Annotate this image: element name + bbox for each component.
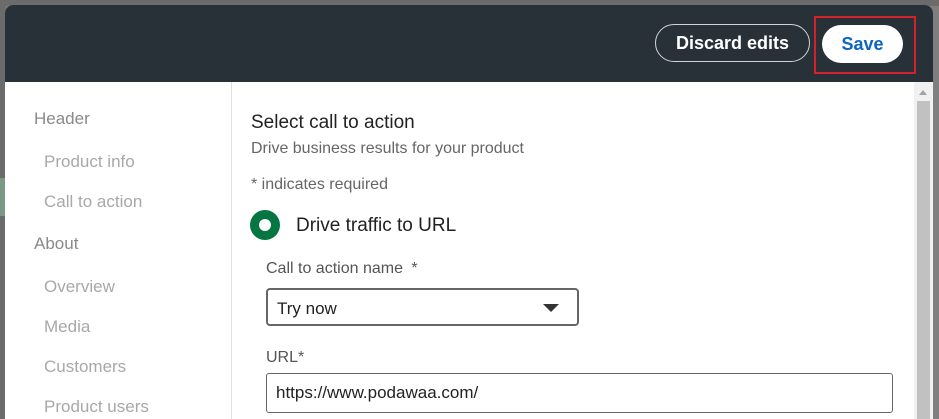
cta-name-select-value: Try now (277, 299, 337, 318)
radio-dot (259, 219, 271, 231)
discard-edits-button[interactable]: Discard edits (655, 24, 810, 62)
drive-traffic-radio[interactable] (250, 210, 280, 240)
cta-name-required-marker: * (411, 260, 418, 277)
sidebar-item-call-to-action[interactable]: Call to action (44, 192, 142, 212)
url-label: URL* (266, 349, 304, 367)
cta-name-label: Call to action name * (266, 260, 418, 278)
form-subheading: Drive business results for your product (251, 140, 524, 157)
scroll-up-arrow-icon[interactable] (919, 90, 927, 95)
scrollbar-thumb[interactable] (917, 101, 930, 419)
edit-product-modal: Discard edits Save Header Product info C… (5, 5, 933, 419)
cta-name-label-text: Call to action name (266, 260, 403, 277)
drive-traffic-label[interactable]: Drive traffic to URL (296, 215, 456, 237)
save-highlight-box (814, 16, 916, 74)
cta-name-select[interactable]: Try now (266, 288, 579, 326)
sidebar-section-header[interactable]: Header (34, 109, 90, 129)
chevron-down-icon (543, 304, 559, 312)
call-to-action-form: Select call to action Drive business res… (232, 82, 914, 419)
sidebar-item-media[interactable]: Media (44, 317, 90, 337)
sidebar-section-about[interactable]: About (34, 234, 78, 254)
sidebar-item-product-info[interactable]: Product info (44, 152, 135, 172)
sidebar-nav: Header Product info Call to action About… (5, 82, 232, 419)
url-input-value: https://www.podawaa.com/ (276, 383, 479, 402)
sidebar-item-overview[interactable]: Overview (44, 277, 115, 297)
required-note: * indicates required (251, 176, 388, 193)
form-heading: Select call to action (251, 112, 415, 133)
modal-header-bar: Discard edits Save (5, 5, 933, 82)
url-input[interactable]: https://www.podawaa.com/ (266, 373, 893, 413)
sidebar-item-product-users[interactable]: Product users (44, 397, 149, 417)
url-label-text: URL (266, 349, 299, 366)
sidebar-item-customers[interactable]: Customers (44, 357, 126, 377)
url-required-marker: * (298, 349, 305, 366)
vertical-scrollbar[interactable] (914, 82, 933, 419)
